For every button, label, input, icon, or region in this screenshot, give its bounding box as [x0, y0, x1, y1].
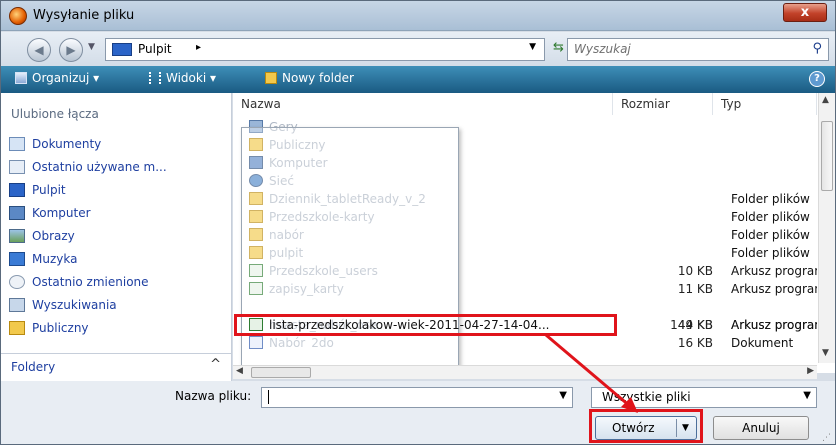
- file-size: 149 KB: [670, 318, 713, 332]
- organize-icon: [15, 72, 27, 84]
- documents-icon: [9, 137, 25, 151]
- file-size: 10 KB: [677, 264, 713, 278]
- search-input[interactable]: Wyszukaj ⚲: [567, 38, 829, 61]
- favorite-link-pictures[interactable]: Obrazy: [9, 229, 75, 249]
- selection-highlight: [234, 314, 617, 336]
- favorite-link-label: Pulpit: [32, 183, 66, 197]
- scroll-up-icon[interactable]: ▲: [822, 95, 829, 105]
- close-button[interactable]: x: [783, 3, 827, 22]
- new-folder-button[interactable]: Nowy folder: [265, 71, 354, 85]
- computer-icon: [9, 206, 25, 220]
- file-type: Folder plików: [731, 210, 810, 224]
- recent-places-icon: [9, 160, 25, 174]
- favorite-link-music[interactable]: Muzyka: [9, 252, 77, 272]
- pictures-icon: [9, 229, 25, 243]
- resize-grip-icon[interactable]: ⋰: [822, 433, 831, 443]
- file-type-filter-value: Wszystkie pliki: [602, 390, 691, 404]
- file-size: 11 KB: [677, 282, 713, 296]
- search-icon[interactable]: ⚲: [812, 41, 822, 56]
- file-type: Arkusz programu: [731, 264, 817, 278]
- favorite-link-label: Muzyka: [32, 252, 78, 266]
- recently-changed-icon: [9, 275, 25, 289]
- desktop-icon: [112, 43, 132, 56]
- vertical-scrollbar[interactable]: ▲ ▼: [818, 93, 835, 363]
- search-placeholder: Wyszukaj: [574, 42, 631, 56]
- address-row: ◀ ▶ ▼ Pulpit ▸ ▼ ⇆ Wyszukaj ⚲: [1, 32, 835, 66]
- file-type: Dokument: [731, 336, 794, 349]
- views-label: Widoki: [166, 71, 207, 85]
- back-button[interactable]: ◀: [27, 38, 51, 62]
- new-folder-label: Nowy folder: [282, 71, 354, 85]
- favorite-link-label: Komputer: [32, 206, 91, 220]
- new-folder-icon: [265, 72, 277, 84]
- help-icon[interactable]: ?: [809, 71, 825, 87]
- column-header-size[interactable]: Rozmiar: [613, 93, 713, 115]
- favorite-link-recent-places[interactable]: Ostatnio używane m...: [9, 160, 167, 180]
- favorite-link-label: Ostatnio zmienione: [32, 275, 149, 289]
- favorite-link-recently-changed[interactable]: Ostatnio zmienione: [9, 275, 149, 295]
- column-header-name[interactable]: Nazwa: [233, 93, 613, 115]
- address-bar[interactable]: Pulpit ▸ ▼: [105, 38, 545, 61]
- text-caret: [268, 390, 269, 404]
- file-size: 16 KB: [677, 336, 713, 349]
- chevron-up-icon[interactable]: ^: [210, 357, 221, 372]
- breadcrumb-arrow-icon[interactable]: ▸: [196, 42, 201, 53]
- music-icon: [9, 252, 25, 266]
- history-dropdown-icon[interactable]: ▼: [88, 42, 95, 52]
- scroll-down-icon[interactable]: ▼: [822, 348, 829, 358]
- filename-input[interactable]: ▼: [261, 387, 573, 408]
- scroll-left-icon[interactable]: ◀: [236, 366, 243, 376]
- favorite-link-computer[interactable]: Komputer: [9, 206, 91, 226]
- favorite-link-public[interactable]: Publiczny: [9, 321, 89, 341]
- file-upload-dialog: Wysyłanie pliku x ◀ ▶ ▼ Pulpit ▸ ▼ ⇆ Wys…: [0, 0, 836, 445]
- folders-label: Foldery: [11, 360, 56, 374]
- file-type: Folder plików: [731, 228, 810, 242]
- favorite-link-label: Wyszukiwania: [32, 298, 117, 312]
- horizontal-scrollbar[interactable]: ◀ ▶: [233, 365, 817, 379]
- searches-icon: [9, 298, 25, 312]
- filename-dropdown-icon[interactable]: ▼: [559, 390, 567, 401]
- organize-label: Organizuj: [32, 71, 90, 85]
- favorite-link-label: Dokumenty: [32, 137, 102, 151]
- views-menu[interactable]: Widoki ▾: [149, 71, 216, 85]
- toolbar: Organizuj ▾ Widoki ▾ Nowy folder ?: [1, 66, 835, 93]
- open-button-highlight: [589, 409, 703, 443]
- navigation-pane: Ulubione łącza Dokumenty Ostatnio używan…: [1, 93, 232, 383]
- address-location[interactable]: Pulpit: [138, 42, 172, 56]
- favorite-link-documents[interactable]: Dokumenty: [9, 137, 101, 157]
- favorite-link-label: Obrazy: [32, 229, 75, 243]
- file-type-filter[interactable]: Wszystkie pliki ▼: [591, 387, 817, 408]
- forward-arrow-icon: ▶: [66, 43, 76, 57]
- scroll-right-icon[interactable]: ▶: [807, 366, 814, 376]
- file-type: Folder plików: [731, 192, 810, 206]
- favorite-link-label: Publiczny: [32, 321, 89, 335]
- file-type: Arkusz programu: [731, 282, 817, 296]
- column-header-type[interactable]: Typ: [713, 93, 817, 115]
- back-arrow-icon: ◀: [34, 43, 44, 57]
- organize-menu[interactable]: Organizuj ▾: [15, 71, 99, 85]
- views-icon: [149, 72, 161, 84]
- favorite-link-searches[interactable]: Wyszukiwania: [9, 298, 117, 318]
- filename-label: Nazwa pliku:: [175, 389, 252, 403]
- chevron-down-icon[interactable]: ▼: [803, 390, 811, 401]
- file-type: Folder plików: [731, 246, 810, 260]
- dialog-footer: Nazwa pliku: ▼ Wszystkie pliki ▼ Otwórz …: [1, 381, 835, 444]
- public-folder-icon: [9, 321, 25, 335]
- title-bar[interactable]: Wysyłanie pliku x: [1, 1, 835, 31]
- scroll-thumb[interactable]: [821, 121, 833, 191]
- window-title: Wysyłanie pliku: [33, 8, 135, 23]
- folders-toggle[interactable]: Foldery ^: [1, 353, 231, 379]
- favorite-links-title: Ulubione łącza: [11, 107, 99, 121]
- firefox-icon: [9, 7, 27, 25]
- address-dropdown-icon[interactable]: ▼: [529, 42, 536, 52]
- file-type: Arkusz programu: [731, 318, 817, 332]
- cancel-button[interactable]: Anuluj: [713, 416, 809, 440]
- favorite-link-label: Ostatnio używane m...: [32, 160, 167, 174]
- favorite-link-desktop[interactable]: Pulpit: [9, 183, 66, 203]
- forward-button[interactable]: ▶: [59, 38, 83, 62]
- desktop-icon: [9, 183, 25, 197]
- scroll-thumb[interactable]: [251, 367, 311, 378]
